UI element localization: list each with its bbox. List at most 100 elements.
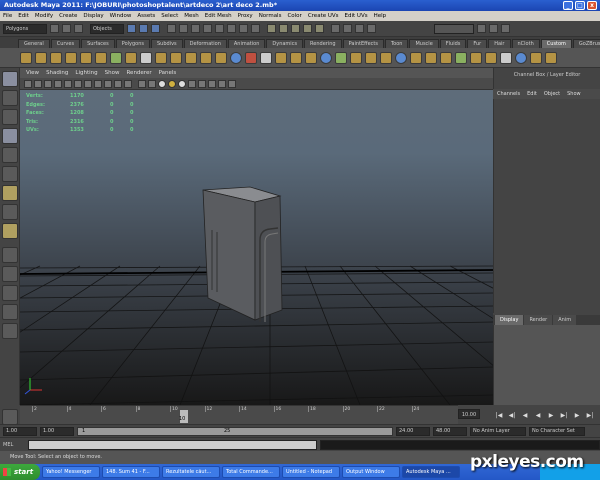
smooth-shade-icon[interactable]	[148, 79, 156, 88]
shelf-poly-tool-icon[interactable]	[290, 51, 302, 64]
taskbar-item-browser[interactable]: Rezultatele căut...	[162, 466, 220, 478]
select-component-icon[interactable]	[151, 24, 160, 33]
shelf-tab-dynamics[interactable]: Dynamics	[266, 39, 304, 48]
history-icon[interactable]	[331, 24, 340, 33]
animation-end-field[interactable]: 48.00	[433, 426, 467, 436]
menu-modify[interactable]: Modify	[35, 13, 53, 19]
taskbar-item-total-commander[interactable]: Total Commande...	[222, 466, 280, 478]
input-line-field[interactable]	[434, 23, 474, 34]
mask-curves-icon[interactable]	[191, 24, 200, 33]
shelf-poly-tool-icon[interactable]	[50, 51, 62, 64]
move-tool-icon[interactable]	[2, 128, 18, 144]
command-language-label[interactable]: MEL	[3, 442, 25, 448]
shelf-tab-hair[interactable]: Hair	[488, 39, 511, 48]
xray-joints-icon[interactable]	[208, 79, 216, 88]
shelf-script-icon[interactable]	[260, 51, 272, 64]
menu-display[interactable]: Display	[83, 13, 103, 19]
go-to-start-icon[interactable]: |◀	[494, 412, 504, 419]
image-plane-icon[interactable]	[54, 79, 62, 88]
shelf-sphere-icon[interactable]	[515, 51, 527, 64]
character-set-dropdown[interactable]: No Character Set	[529, 426, 585, 436]
shelf-poly-tool-icon[interactable]	[470, 51, 482, 64]
menu-file[interactable]: File	[3, 13, 12, 19]
safe-action-icon[interactable]	[114, 79, 122, 88]
menu-assets[interactable]: Assets	[137, 13, 155, 19]
channel-menu-object[interactable]: Object	[544, 89, 560, 99]
shelf-poly-tool-icon[interactable]	[305, 51, 317, 64]
shelf-tab-surfaces[interactable]: Surfaces	[81, 39, 115, 48]
bookmarks-icon[interactable]	[44, 79, 52, 88]
range-bar[interactable]: 1 25	[77, 426, 393, 436]
shelf-tab-subdivs[interactable]: Subdivs	[151, 39, 183, 48]
layer-tab-display[interactable]: Display	[495, 315, 524, 325]
start-button[interactable]: start	[0, 464, 40, 480]
taskbar-item-yahoo-messenger[interactable]: Yahoo! Messenger	[42, 466, 100, 478]
scale-tool-icon[interactable]	[2, 166, 18, 182]
shelf-render-icon[interactable]	[245, 51, 257, 64]
current-frame-field[interactable]: 10.00	[458, 409, 480, 419]
menu-edit-uvs[interactable]: Edit UVs	[345, 13, 368, 19]
panel-menu-show[interactable]: Show	[105, 68, 120, 78]
go-to-end-icon[interactable]: ▶|	[585, 412, 595, 419]
shelf-tab-custom[interactable]: Custom	[540, 39, 572, 48]
select-tool-icon[interactable]	[2, 71, 18, 87]
shelf-poly-tool-icon[interactable]	[485, 51, 497, 64]
shelf-poly-tool-icon[interactable]	[155, 51, 167, 64]
persp-outliner-layout-icon[interactable]	[2, 285, 18, 301]
panel-menu-view[interactable]: View	[26, 68, 39, 78]
hypershade-layout-icon[interactable]	[2, 323, 18, 339]
shelf-poly-tool-icon[interactable]	[125, 51, 137, 64]
select-object-icon[interactable]	[139, 24, 148, 33]
mask-deformations-icon[interactable]	[215, 24, 224, 33]
show-tool-settings-icon[interactable]	[489, 24, 498, 33]
menu-select[interactable]: Select	[161, 13, 178, 19]
rotate-tool-icon[interactable]	[2, 147, 18, 163]
shelf-poly-tool-icon[interactable]	[215, 51, 227, 64]
menuset-dropdown[interactable]: Polygons	[3, 23, 47, 34]
shelf-tab-fluids[interactable]: Fluids	[439, 39, 467, 48]
render-frame-icon[interactable]	[343, 24, 352, 33]
shelf-sphere-icon[interactable]	[395, 51, 407, 64]
snap-grid-icon[interactable]	[267, 24, 276, 33]
channel-menu-show[interactable]: Show	[567, 89, 581, 99]
time-slider[interactable]: 2 4 6 8 10 12 14 16 18 20 22 24 10	[20, 405, 458, 424]
shelf-tab-polygons[interactable]: Polygons	[115, 39, 150, 48]
show-attribute-editor-icon[interactable]	[477, 24, 486, 33]
persp-graph-layout-icon[interactable]	[2, 304, 18, 320]
shelf-tab-curves[interactable]: Curves	[50, 39, 81, 48]
layer-tab-render[interactable]: Render	[524, 315, 553, 325]
panel-menu-shading[interactable]: Shading	[46, 68, 68, 78]
channel-menu-channels[interactable]: Channels	[497, 89, 520, 99]
minimize-button[interactable]: _	[563, 1, 573, 10]
four-view-layout-icon[interactable]	[2, 266, 18, 282]
taskbar-item-notepad[interactable]: Untitled - Notepad	[282, 466, 340, 478]
menu-help[interactable]: Help	[374, 13, 387, 19]
animation-start-field[interactable]: 1.00	[3, 426, 37, 436]
shelf-poly-tool-icon[interactable]	[95, 51, 107, 64]
shelf-poly-tool-icon[interactable]	[410, 51, 422, 64]
shelf-poly-tool-icon[interactable]	[275, 51, 287, 64]
open-scene-icon[interactable]	[62, 24, 71, 33]
perspective-viewport[interactable]	[20, 90, 493, 405]
menu-create[interactable]: Create	[59, 13, 77, 19]
menu-color[interactable]: Color	[287, 13, 301, 19]
shelf-uv-tool-icon[interactable]	[110, 51, 122, 64]
make-live-icon[interactable]	[315, 24, 324, 33]
shelf-poly-tool-icon[interactable]	[35, 51, 47, 64]
play-backward-icon[interactable]: ◀	[533, 412, 543, 419]
shelf-poly-tool-icon[interactable]	[80, 51, 92, 64]
shelf-tab-fur[interactable]: Fur	[467, 39, 488, 48]
taskbar-item-maya[interactable]: Autodesk Maya ...	[402, 466, 460, 478]
shelf-tab-muscle[interactable]: Muscle	[409, 39, 439, 48]
step-back-key-icon[interactable]: ◀	[520, 412, 530, 419]
panel-menu-renderer[interactable]: Renderer	[126, 68, 151, 78]
last-tool-icon[interactable]	[2, 223, 18, 239]
shelf-tab-general[interactable]: General	[18, 39, 50, 48]
playback-start-field[interactable]: 1.00	[40, 426, 74, 436]
lasso-tool-icon[interactable]	[2, 90, 18, 106]
camera-attributes-icon[interactable]	[34, 79, 42, 88]
xray-icon[interactable]	[198, 79, 206, 88]
shelf-sphere-icon[interactable]	[230, 51, 242, 64]
manipulator-tool-icon[interactable]	[2, 185, 18, 201]
menu-window[interactable]: Window	[110, 13, 132, 19]
